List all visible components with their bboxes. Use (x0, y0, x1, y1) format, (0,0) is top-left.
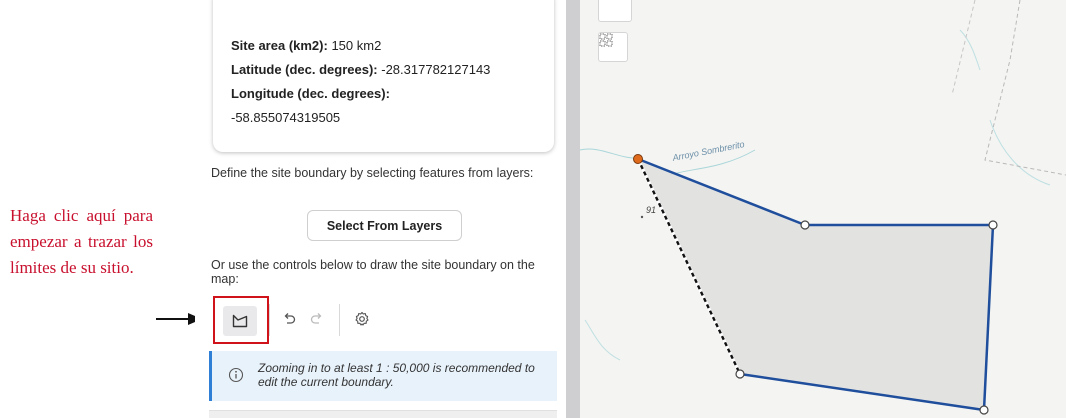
site-area-value: 150 km2 (327, 38, 382, 53)
grid-select-icon (599, 33, 613, 47)
active-vertex[interactable] (633, 154, 643, 164)
select-from-layers-button[interactable]: Select From Layers (307, 210, 462, 241)
longitude-row: Longitude (dec. degrees): (231, 86, 390, 101)
site-area-row: Site area (km2): 150 km2 (231, 38, 381, 53)
map-select-tool-button[interactable] (598, 32, 628, 62)
redo-icon (310, 313, 322, 324)
draw-toolbar (209, 296, 409, 344)
polygon-vertex[interactable] (979, 405, 989, 415)
undo-button[interactable] (281, 311, 297, 327)
site-panel: Site area (km2): 150 km2 Latitude (dec. … (195, 0, 563, 418)
toolbar-separator (269, 304, 270, 336)
latitude-value: -28.317782127143 (377, 62, 491, 77)
site-boundary-polygon[interactable] (636, 157, 995, 412)
draw-controls-text: Or use the controls below to draw the si… (211, 258, 535, 286)
map-view[interactable]: Arroyo Sombrerito 91 (580, 0, 1066, 418)
elevation-label: 91 (646, 205, 657, 215)
latitude-label: Latitude (dec. degrees): (231, 62, 378, 77)
latitude-row: Latitude (dec. degrees): -28.31778212714… (231, 62, 490, 77)
undo-icon (284, 313, 296, 324)
define-boundary-text: Define the site boundary by selecting fe… (211, 166, 534, 180)
longitude-label: Longitude (dec. degrees): (231, 86, 390, 101)
polygon-vertex[interactable] (988, 220, 998, 230)
map-zoom-button[interactable] (598, 0, 632, 22)
polygon-vertex[interactable] (735, 369, 745, 379)
gear-icon (355, 311, 369, 326)
panel-divider[interactable] (566, 0, 580, 418)
annotation-text: Haga clic aquí para empezar a trazar los… (10, 206, 153, 277)
redo-button[interactable] (309, 311, 325, 327)
info-icon (228, 367, 244, 383)
settings-button[interactable] (354, 311, 370, 327)
zoom-notice: Zooming in to at least 1 : 50,000 is rec… (209, 351, 557, 401)
panel-bottom-section (209, 410, 557, 418)
draw-polygon-icon (232, 314, 248, 328)
zoom-notice-text: Zooming in to at least 1 : 50,000 is rec… (258, 361, 535, 389)
site-area-label: Site area (km2): (231, 38, 328, 53)
polygon-vertex[interactable] (800, 220, 810, 230)
toolbar-separator (339, 304, 340, 336)
longitude-value: -58.855074319505 (231, 110, 341, 125)
draw-polygon-button[interactable] (223, 306, 257, 336)
